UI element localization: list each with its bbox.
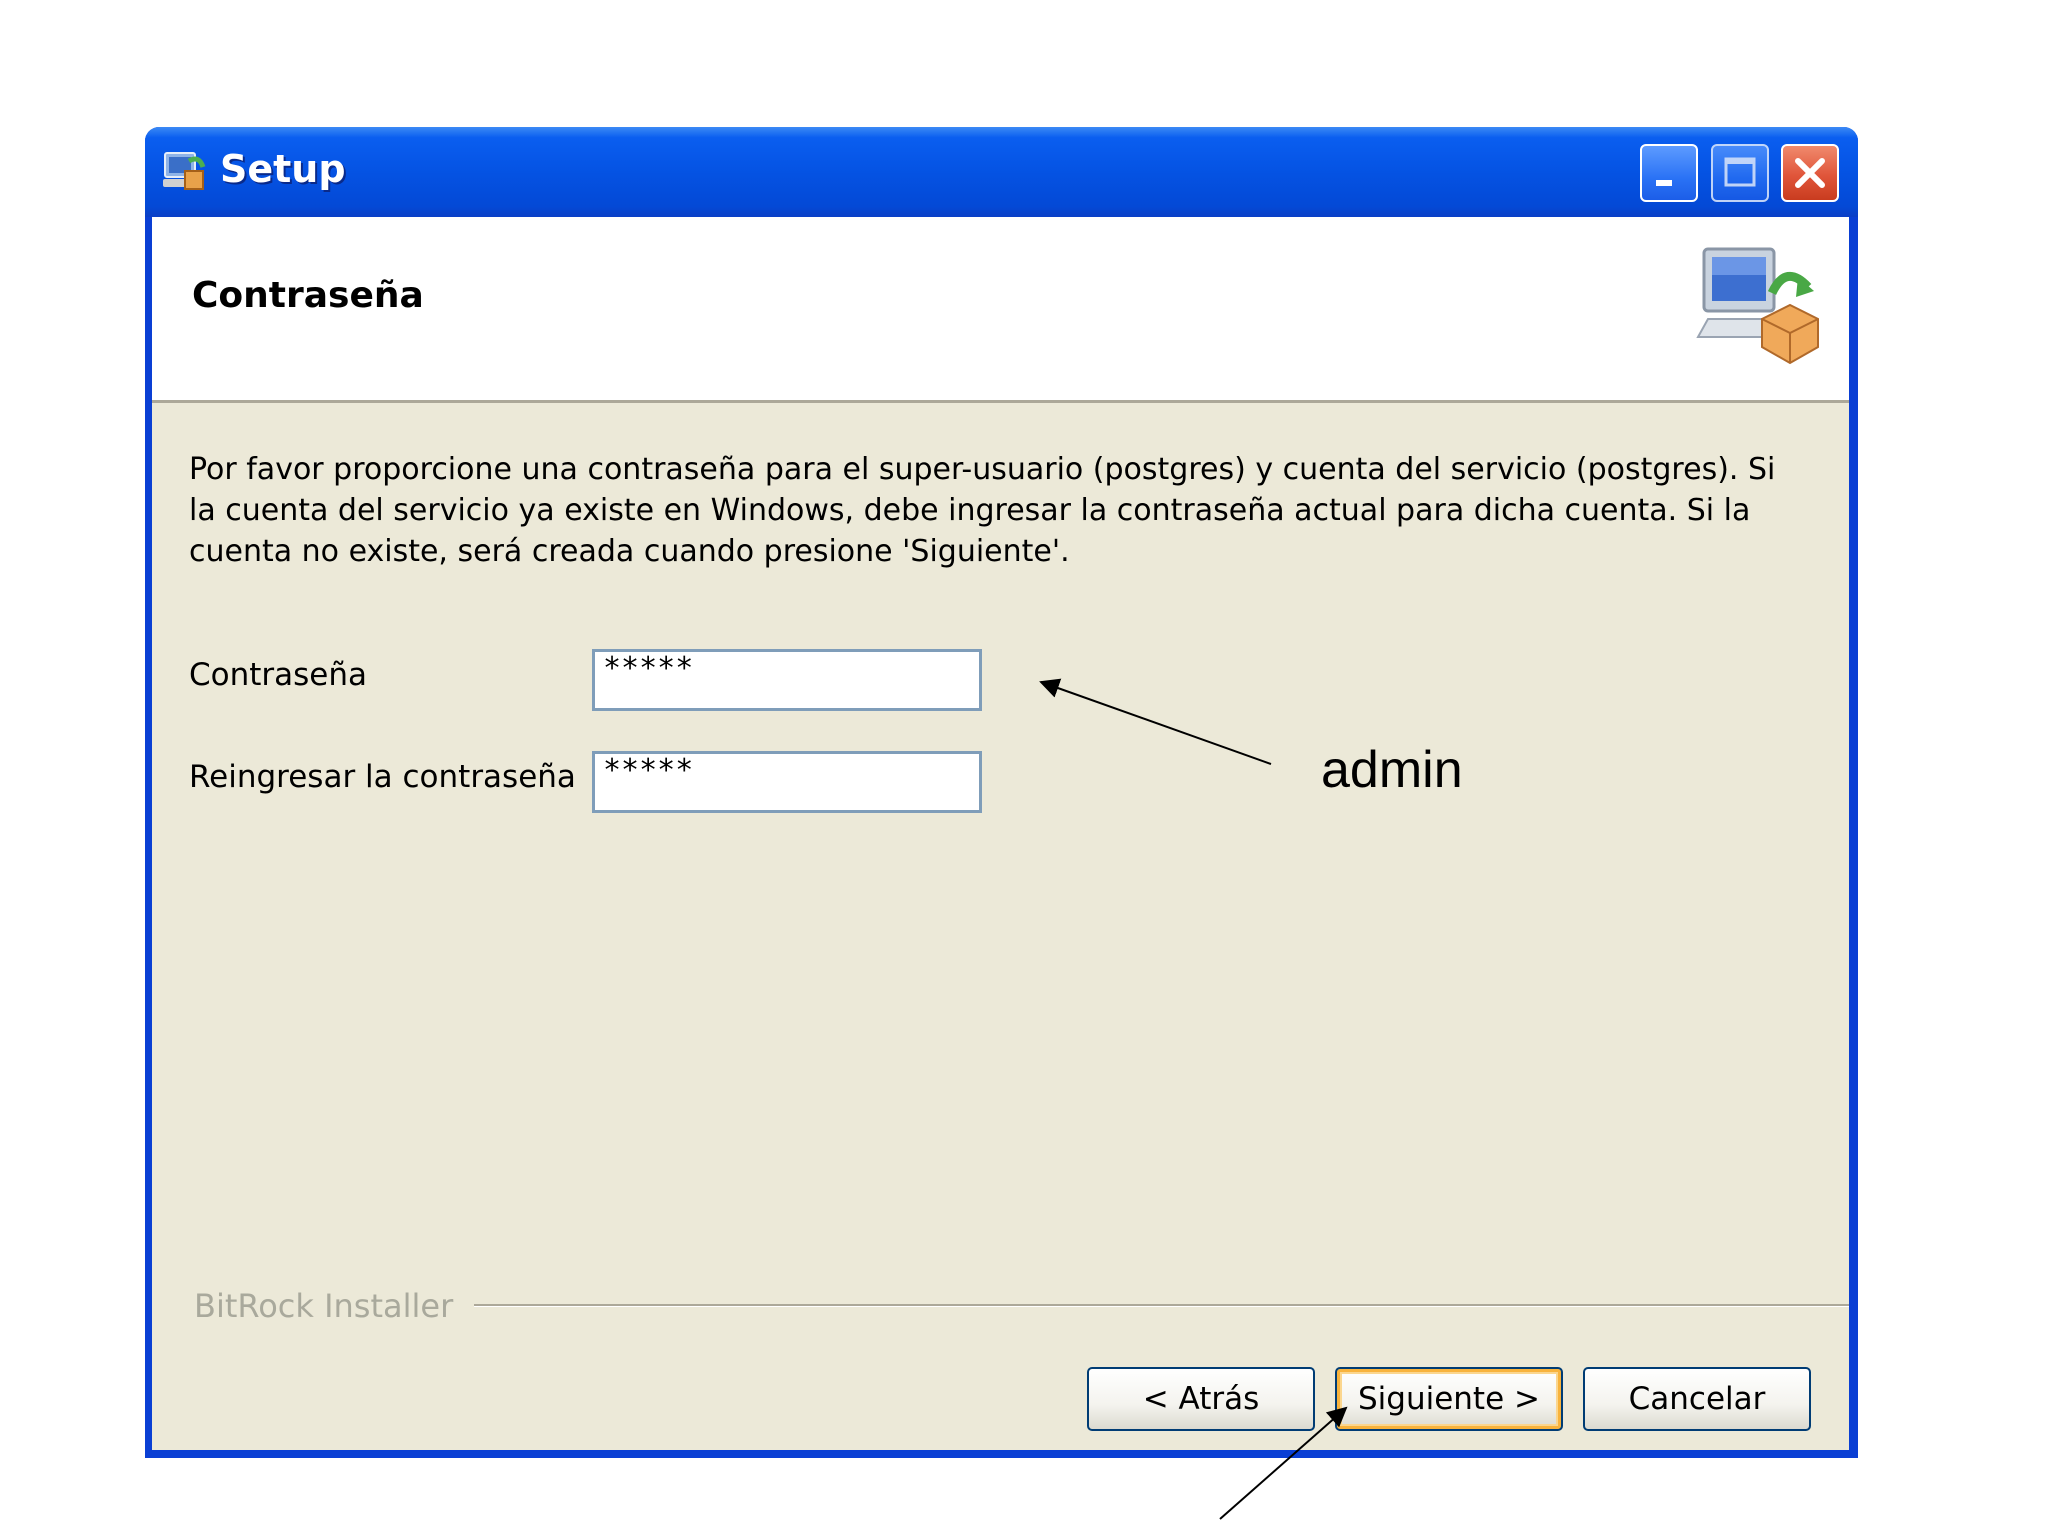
page-title: Contraseña	[192, 275, 424, 316]
installer-brand: BitRock Installer	[194, 1287, 454, 1325]
back-button[interactable]: < Atrás	[1087, 1367, 1315, 1431]
installer-icon	[163, 152, 206, 190]
minimize-button[interactable]	[1640, 144, 1698, 202]
computer-package-icon	[1696, 247, 1819, 365]
confirm-password-field[interactable]: *****	[592, 751, 982, 813]
annotation-password-hint: admin	[1321, 741, 1463, 799]
maximize-icon	[1724, 157, 1756, 187]
password-field[interactable]: *****	[592, 649, 982, 711]
cancel-button[interactable]: Cancelar	[1583, 1367, 1811, 1431]
next-button[interactable]: Siguiente >	[1335, 1367, 1563, 1431]
window-title: Setup	[220, 147, 346, 191]
title-bar[interactable]: Setup	[145, 127, 1858, 217]
close-button[interactable]	[1781, 144, 1839, 202]
maximize-button[interactable]	[1711, 144, 1769, 202]
minimize-icon	[1656, 180, 1672, 186]
footer-divider	[474, 1304, 1849, 1307]
confirm-password-label: Reingresar la contraseña	[189, 759, 576, 795]
page-header: Contraseña	[152, 217, 1849, 403]
setup-window: Setup Contraseña Por favor proporcione u…	[145, 127, 1858, 1458]
password-label: Contraseña	[189, 657, 368, 693]
dialog-client-area: Contraseña Por favor proporcione una con…	[152, 217, 1849, 1450]
instructions-text: Por favor proporcione una contraseña par…	[189, 452, 1776, 569]
close-icon	[1795, 158, 1825, 188]
